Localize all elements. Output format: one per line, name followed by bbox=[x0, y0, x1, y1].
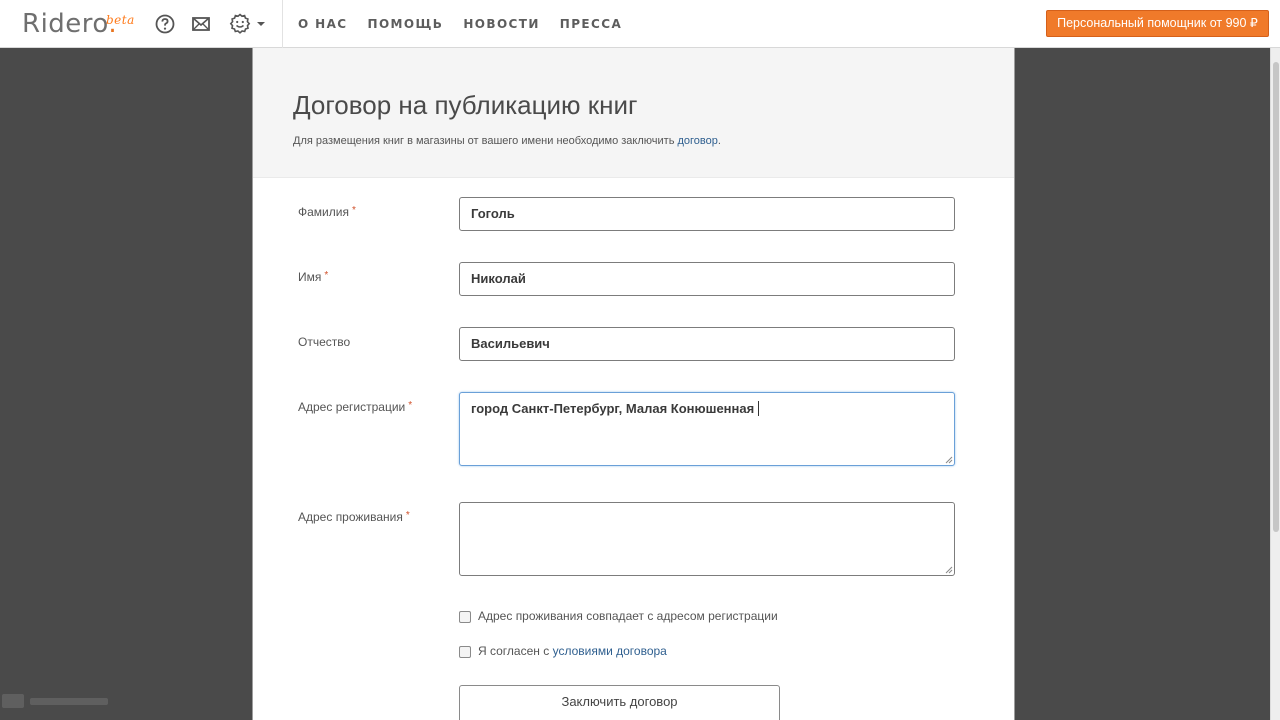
ridero-logo[interactable]: Ridero. beta bbox=[22, 8, 134, 40]
live-address-label: Адрес проживания * bbox=[298, 510, 410, 524]
required-mark: * bbox=[324, 270, 329, 281]
surname-field[interactable]: Гоголь bbox=[459, 197, 955, 231]
agree-text: Я согласен с bbox=[478, 644, 553, 658]
agree-checkbox[interactable] bbox=[459, 646, 471, 658]
agree-label[interactable]: Я согласен с условиями договора bbox=[478, 644, 667, 658]
help-icon[interactable] bbox=[154, 13, 176, 35]
nav-about[interactable]: О НАС bbox=[298, 16, 348, 32]
patronymic-label: Отчество bbox=[298, 335, 351, 349]
contract-form-sheet: Договор на публикацию книг Для размещени… bbox=[252, 48, 1015, 720]
logo-beta: beta bbox=[106, 13, 135, 27]
text-cursor bbox=[757, 401, 759, 416]
reg-address-label-text: Адрес регистрации bbox=[298, 400, 406, 414]
same-address-label[interactable]: Адрес проживания совпадает с адресом рег… bbox=[478, 609, 778, 623]
live-address-label-text: Адрес проживания bbox=[298, 510, 403, 524]
personal-assistant-button[interactable]: Персональный помощник от 990 ₽ bbox=[1046, 10, 1269, 37]
resize-grip-icon[interactable] bbox=[944, 455, 953, 464]
mail-icon[interactable] bbox=[190, 13, 212, 35]
top-navbar: Ridero. beta О НАС ПОМОЩЬ НОВОСТИ ПРЕССА… bbox=[0, 0, 1280, 48]
same-address-checkbox[interactable] bbox=[459, 611, 471, 623]
subtitle-end: . bbox=[717, 135, 721, 147]
nav-news[interactable]: НОВОСТИ bbox=[463, 16, 539, 32]
page-title: Договор на публикацию книг bbox=[293, 90, 638, 120]
reg-address-label: Адрес регистрации * bbox=[298, 400, 412, 414]
smiley-icon[interactable] bbox=[228, 12, 252, 36]
reg-address-textarea[interactable]: город Санкт-Петербург, Малая Конюшенная bbox=[459, 392, 955, 466]
required-mark: * bbox=[405, 510, 410, 521]
sign-contract-button[interactable]: Заключить договор bbox=[459, 685, 780, 720]
contract-link[interactable]: договор bbox=[677, 135, 717, 147]
surname-label: Фамилия * bbox=[298, 205, 356, 219]
live-address-textarea[interactable] bbox=[459, 502, 955, 576]
contract-terms-link[interactable]: условиями договора bbox=[553, 644, 667, 658]
sheet-header: Договор на публикацию книг Для размещени… bbox=[253, 48, 1014, 178]
name-label-text: Имя bbox=[298, 270, 322, 284]
page-scrollbar[interactable] bbox=[1270, 48, 1280, 720]
reg-address-value: город Санкт-Петербург, Малая Конюшенная bbox=[471, 401, 758, 416]
page-subtitle: Для размещения книг в магазины от вашего… bbox=[293, 135, 721, 147]
name-label: Имя * bbox=[298, 270, 328, 284]
chevron-down-icon[interactable] bbox=[256, 19, 266, 29]
resize-grip-icon[interactable] bbox=[944, 565, 953, 574]
name-field[interactable]: Николай bbox=[459, 262, 955, 296]
scrollbar-thumb[interactable] bbox=[1273, 62, 1279, 532]
logo-text: Ridero bbox=[22, 9, 109, 39]
nav-help[interactable]: ПОМОЩЬ bbox=[368, 16, 444, 32]
nav-press[interactable]: ПРЕССА bbox=[560, 16, 622, 32]
recorder-watermark-icon bbox=[2, 694, 108, 708]
surname-label-text: Фамилия bbox=[298, 205, 349, 219]
subtitle-text: Для размещения книг в магазины от вашего… bbox=[293, 135, 678, 147]
patronymic-field[interactable]: Васильевич bbox=[459, 327, 955, 361]
main-nav: О НАС ПОМОЩЬ НОВОСТИ ПРЕССА bbox=[298, 16, 622, 32]
required-mark: * bbox=[408, 400, 413, 411]
nav-divider bbox=[282, 0, 283, 48]
required-mark: * bbox=[351, 205, 356, 216]
